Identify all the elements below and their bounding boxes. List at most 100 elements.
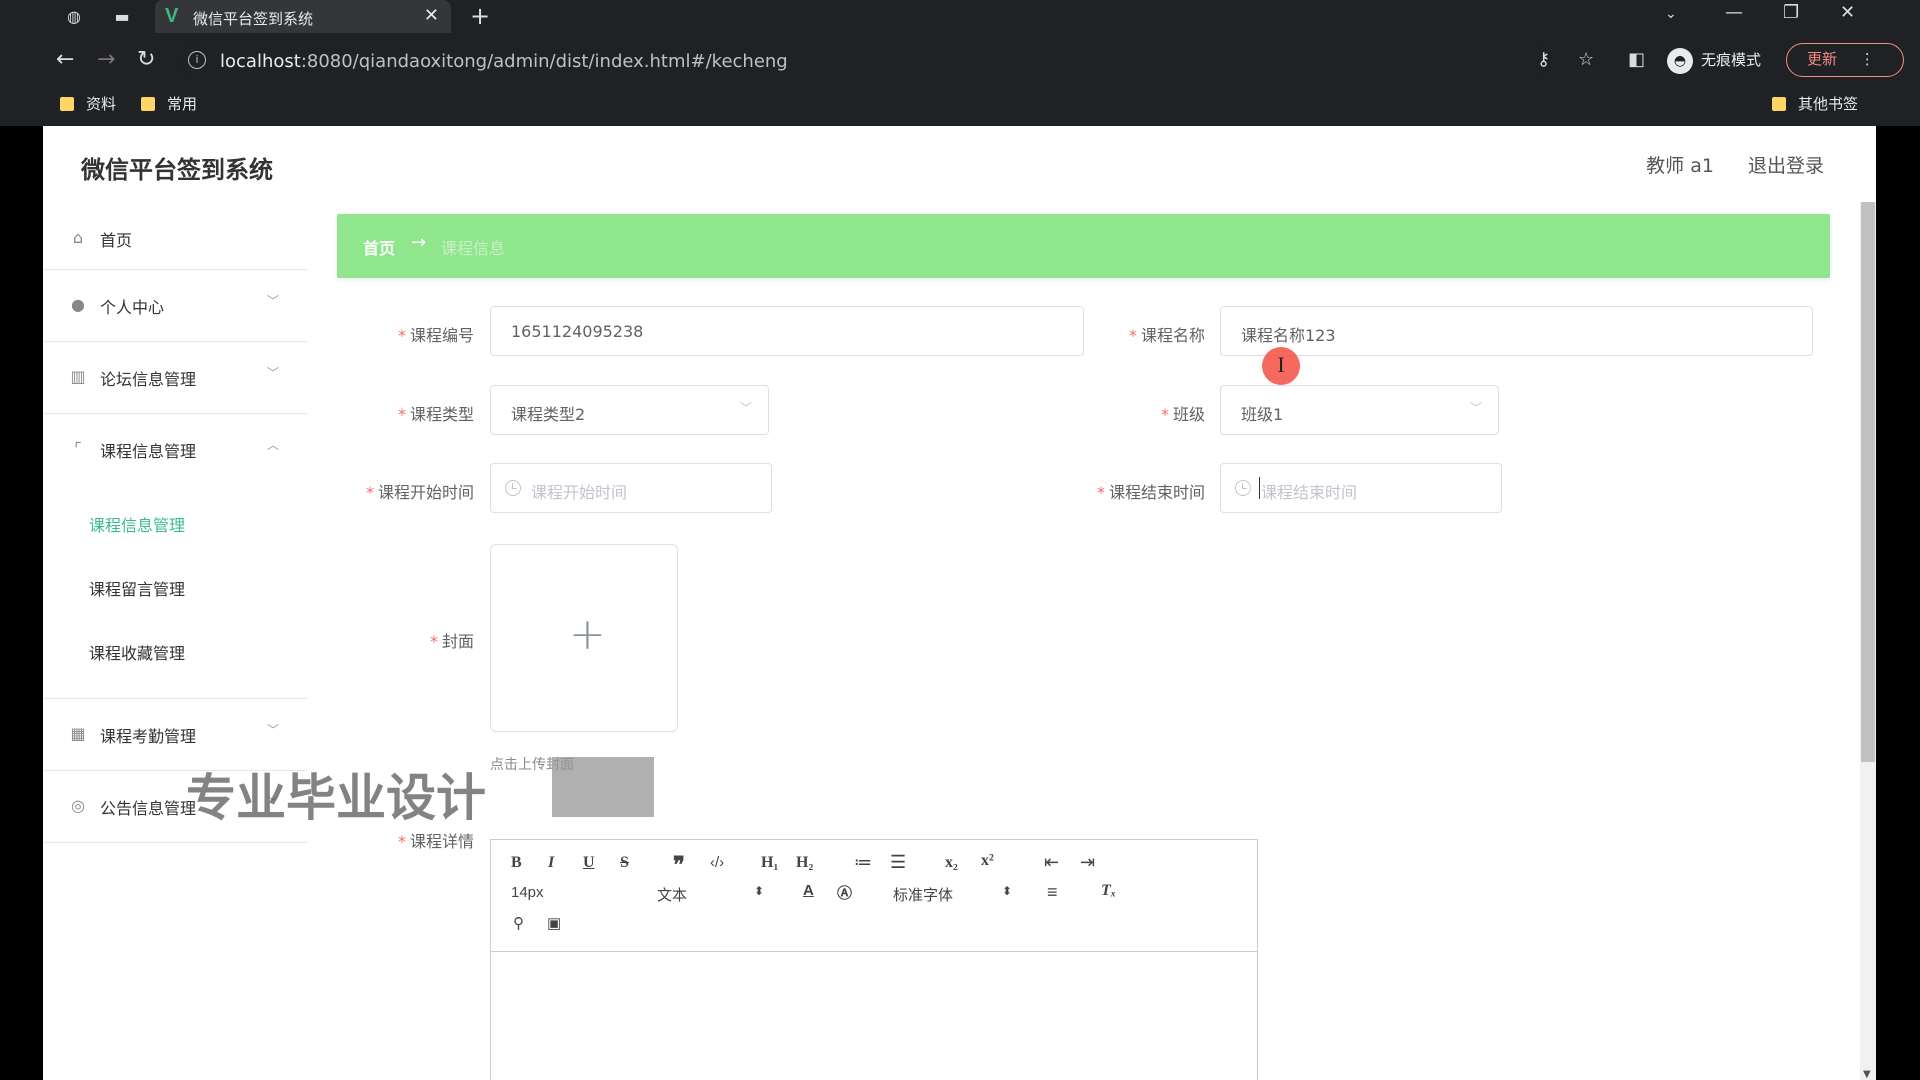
chevron-down-icon: ﹀ bbox=[266, 366, 279, 380]
web-page: 微信平台签到系统 教师 a1 退出登录 ⌂ 首页 ● 个人中心 ﹀ ▥ 论坛信息… bbox=[43, 126, 1876, 1080]
other-bookmarks[interactable]: 其他书签 bbox=[1772, 93, 1858, 114]
sidebar-item-label: 课程考勤管理 bbox=[100, 727, 197, 746]
class-select[interactable]: 班级1 ﹀ bbox=[1220, 385, 1499, 435]
outdent-icon[interactable]: ⇤ bbox=[1044, 852, 1059, 873]
superscript-icon[interactable]: x² bbox=[981, 852, 994, 870]
course-no-label: * 课程编号 bbox=[397, 326, 474, 345]
close-window-icon[interactable]: ✕ bbox=[1840, 2, 1855, 23]
breadcrumb-home[interactable]: 首页 bbox=[363, 235, 395, 259]
italic-icon[interactable]: I bbox=[548, 854, 554, 872]
image-icon[interactable]: ▣ bbox=[547, 914, 561, 932]
align-icon[interactable]: ≡ bbox=[1047, 882, 1058, 903]
scroll-down-icon[interactable]: ▼ bbox=[1863, 1069, 1871, 1080]
app-title: 微信平台签到系统 bbox=[81, 156, 273, 184]
vue-favicon-icon: V bbox=[165, 5, 179, 27]
logout-link[interactable]: 退出登录 bbox=[1748, 155, 1824, 177]
sidebar-item-profile[interactable]: ● 个人中心 ﹀ bbox=[43, 270, 307, 342]
sidebar-item-home[interactable]: ⌂ 首页 bbox=[43, 208, 307, 270]
crop-icon: ⌜ bbox=[74, 439, 82, 458]
restore-icon[interactable]: ❐ bbox=[1783, 2, 1799, 23]
bold-icon[interactable]: B bbox=[511, 854, 522, 872]
back-icon[interactable]: ← bbox=[56, 47, 74, 72]
sidebar-item-course[interactable]: ⌜ 课程信息管理 ︿ bbox=[43, 414, 307, 486]
tab-search-icon[interactable]: ⌄ bbox=[1665, 6, 1677, 22]
sidebar-item-forum[interactable]: ▥ 论坛信息管理 ﹀ bbox=[43, 342, 307, 414]
new-tab-icon[interactable]: + bbox=[470, 2, 490, 30]
sidebar: ⌂ 首页 ● 个人中心 ﹀ ▥ 论坛信息管理 ﹀ ⌜ 课程信息管理 ︿ 课程信息… bbox=[43, 208, 307, 843]
browser-tab-active[interactable]: V 微信平台签到系统 ✕ bbox=[155, 0, 451, 33]
grid-icon: ▦ bbox=[70, 724, 86, 743]
end-time-picker[interactable]: 课程结束时间 bbox=[1220, 463, 1502, 513]
breadcrumb-current: 课程信息 bbox=[441, 239, 506, 258]
font-family-select[interactable]: 标准字体 bbox=[893, 884, 953, 905]
strike-icon[interactable]: S bbox=[620, 854, 629, 872]
forward-icon[interactable]: → bbox=[97, 47, 115, 72]
background-color-icon[interactable]: Ⓐ bbox=[837, 882, 852, 903]
start-time-label: * 课程开始时间 bbox=[365, 483, 474, 502]
page-scrollbar[interactable]: ▼ bbox=[1860, 202, 1876, 1080]
minimize-icon[interactable]: — bbox=[1725, 2, 1743, 23]
chevron-down-icon: ﹀ bbox=[739, 401, 752, 415]
text-type-select[interactable]: 文本 bbox=[657, 884, 687, 905]
key-icon[interactable]: ⚷ bbox=[1537, 49, 1550, 70]
course-name-input[interactable]: 课程名称123 bbox=[1220, 306, 1813, 356]
subscript-icon[interactable]: x₂ bbox=[945, 854, 958, 872]
home-icon: ⌂ bbox=[72, 228, 84, 247]
chevron-down-icon: ﹀ bbox=[266, 294, 279, 308]
incognito-indicator[interactable]: ◓ 无痕模式 bbox=[1665, 44, 1775, 76]
chevron-down-icon: ﹀ bbox=[1469, 401, 1482, 415]
submenu-item-course-info[interactable]: 课程信息管理 bbox=[43, 494, 307, 558]
address-bar[interactable]: i localhost:8080/qiandaoxitong/admin/dis… bbox=[180, 44, 1550, 78]
incognito-icon: ◓ bbox=[1667, 48, 1693, 74]
font-size-select[interactable]: 14px bbox=[511, 884, 544, 901]
course-type-select[interactable]: 课程类型2 ﹀ bbox=[490, 385, 769, 435]
scrollbar-thumb[interactable] bbox=[1861, 202, 1875, 762]
course-no-input[interactable]: 1651124095238 bbox=[490, 306, 1084, 356]
update-label: 更新 bbox=[1807, 50, 1838, 68]
clear-format-icon[interactable]: Tₓ bbox=[1101, 882, 1116, 900]
blockquote-icon[interactable]: ❞ bbox=[673, 852, 685, 878]
watermark-blur bbox=[552, 757, 654, 817]
sidebar-item-label: 课程信息管理 bbox=[100, 442, 197, 461]
site-info-icon[interactable]: i bbox=[188, 51, 206, 69]
indent-icon[interactable]: ⇥ bbox=[1080, 852, 1095, 873]
end-time-placeholder: 课程结束时间 bbox=[1261, 483, 1358, 502]
cover-uploader[interactable]: + bbox=[490, 544, 678, 732]
submenu-item-course-favorites[interactable]: 课程收藏管理 bbox=[43, 622, 307, 686]
breadcrumb: 首页 → 课程信息 bbox=[337, 214, 1830, 278]
globe-icon: ◎ bbox=[71, 796, 85, 815]
bookmark-star-icon[interactable]: ☆ bbox=[1578, 49, 1594, 70]
reload-icon[interactable]: ↻ bbox=[137, 47, 155, 72]
side-panel-icon[interactable]: ◧ bbox=[1628, 49, 1645, 70]
bullet-list-icon[interactable]: ☰ bbox=[890, 852, 906, 873]
close-tab-icon[interactable]: ✕ bbox=[424, 5, 439, 26]
url-text: localhost:8080/qiandaoxitong/admin/dist/… bbox=[220, 51, 788, 72]
bookmarks-bar: 资料 常用 其他书签 bbox=[0, 90, 1920, 116]
submenu-item-course-comments[interactable]: 课程留言管理 bbox=[43, 558, 307, 622]
window-icon[interactable]: ▬ bbox=[111, 6, 133, 28]
text-cursor-icon: I bbox=[1277, 352, 1285, 377]
detail-label: * 课程详情 bbox=[397, 832, 474, 851]
select-arrows-icon: ⬍ bbox=[1002, 884, 1013, 898]
bookmark-label: 常用 bbox=[167, 95, 198, 113]
user-icon: ● bbox=[71, 295, 85, 314]
chart-icon: ▥ bbox=[70, 367, 86, 386]
link-icon[interactable]: ⚲ bbox=[513, 914, 524, 932]
bookmark-folder[interactable]: 资料 bbox=[60, 93, 116, 114]
globe-icon[interactable]: ◍ bbox=[63, 6, 85, 28]
code-icon[interactable]: ‹/› bbox=[710, 854, 724, 871]
editor-toolbar: B I U S ❞ ‹/› H₁ H₂ ≔ ☰ x₂ x² ⇤ ⇥ 14px 文… bbox=[491, 840, 1257, 952]
start-time-picker[interactable]: 课程开始时间 bbox=[490, 463, 772, 513]
folder-icon bbox=[1772, 97, 1786, 111]
bookmark-label: 资料 bbox=[86, 95, 117, 113]
more-menu-icon[interactable]: ⋮ bbox=[1860, 50, 1875, 68]
ordered-list-icon[interactable]: ≔ bbox=[854, 852, 872, 873]
underline-icon[interactable]: U bbox=[583, 854, 595, 872]
h2-icon[interactable]: H₂ bbox=[796, 854, 813, 872]
browser-toolbar: ← → ↻ i localhost:8080/qiandaoxitong/adm… bbox=[0, 40, 1920, 82]
clock-icon bbox=[1235, 480, 1251, 496]
bookmark-folder[interactable]: 常用 bbox=[141, 93, 197, 114]
h1-icon[interactable]: H₁ bbox=[761, 854, 778, 872]
update-button[interactable]: 更新 ⋮ bbox=[1786, 43, 1904, 77]
font-color-icon[interactable]: A bbox=[803, 882, 814, 899]
